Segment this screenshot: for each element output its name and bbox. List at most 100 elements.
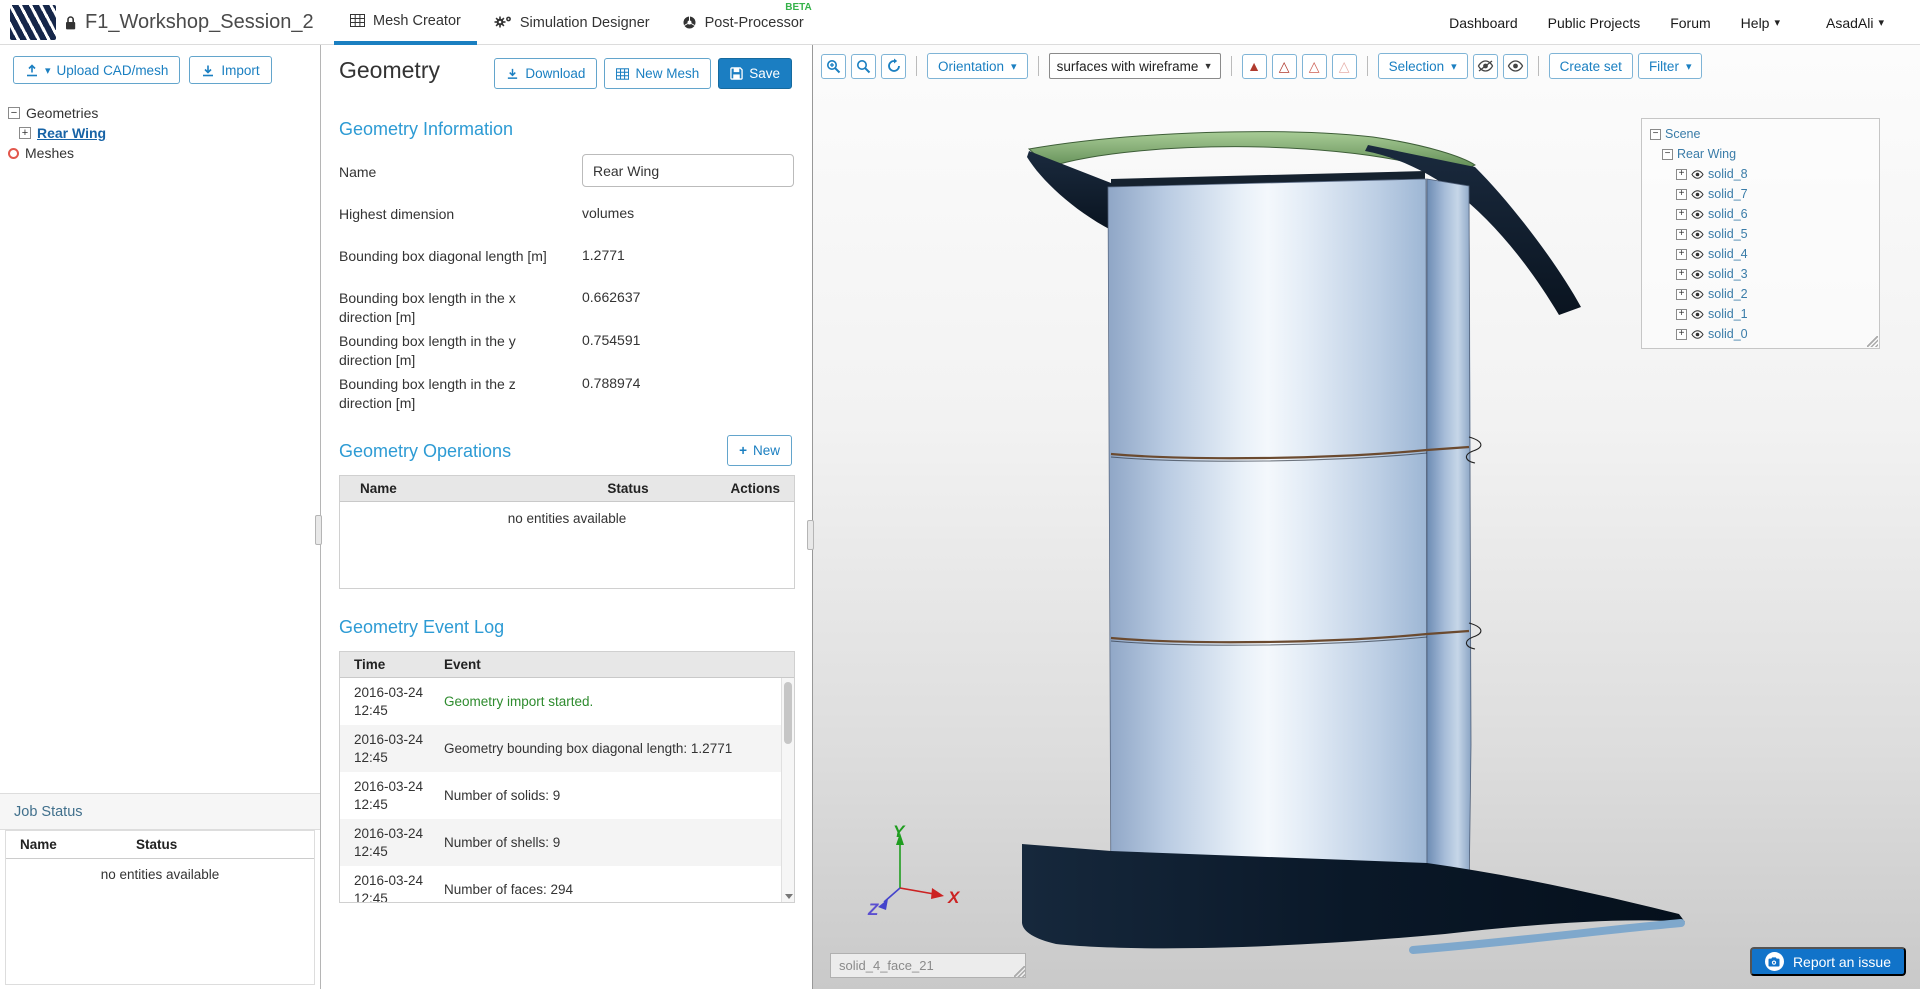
- visibility-eye-icon[interactable]: [1691, 310, 1704, 319]
- event-text: Geometry import started.: [440, 678, 781, 725]
- solid-label[interactable]: solid_8: [1708, 167, 1748, 181]
- upload-cad-mesh-button[interactable]: ▾ Upload CAD/mesh: [13, 56, 180, 84]
- expand-icon[interactable]: +: [1676, 329, 1687, 340]
- resize-grip[interactable]: [1014, 966, 1025, 977]
- tab-mesh-creator[interactable]: Mesh Creator: [334, 0, 477, 45]
- create-set-button[interactable]: Create set: [1549, 53, 1633, 79]
- scene-solid-node[interactable]: + solid_2: [1642, 284, 1879, 304]
- rear-wing-link[interactable]: Rear Wing: [37, 125, 106, 141]
- selection-dropdown[interactable]: Selection ▾: [1378, 53, 1468, 79]
- collapse-icon[interactable]: −: [1650, 129, 1661, 140]
- hover-entity-label: solid_4_face_21: [830, 953, 1026, 978]
- scene-solid-node[interactable]: + solid_7: [1642, 184, 1879, 204]
- scene-solid-node[interactable]: + solid_8: [1642, 164, 1879, 184]
- show-selection-button[interactable]: [1503, 54, 1528, 79]
- expand-icon[interactable]: +: [1676, 229, 1687, 240]
- reset-view-button[interactable]: [881, 54, 906, 79]
- expand-icon[interactable]: +: [1676, 249, 1687, 260]
- new-operation-label: New: [753, 443, 780, 458]
- collapse-icon[interactable]: −: [1662, 149, 1673, 160]
- orientation-dropdown[interactable]: Orientation ▾: [927, 53, 1028, 79]
- tree-node-rear-wing[interactable]: + Rear Wing: [8, 123, 106, 143]
- beta-badge: BETA: [785, 2, 811, 13]
- solid-label[interactable]: solid_5: [1708, 227, 1748, 241]
- tree-node-meshes[interactable]: Meshes: [8, 143, 106, 163]
- scene-solid-node[interactable]: + solid_5: [1642, 224, 1879, 244]
- render-mode-select[interactable]: surfaces with wireframe ▼: [1049, 53, 1221, 79]
- caret-down-icon: ▾: [1686, 60, 1692, 73]
- expand-icon[interactable]: +: [1676, 269, 1687, 280]
- nav-forum[interactable]: Forum: [1670, 15, 1710, 31]
- scene-geometry-node[interactable]: − Rear Wing: [1642, 144, 1879, 164]
- caret-down-icon: ▾: [45, 64, 51, 77]
- mesh-quality-filled-button[interactable]: ▲: [1242, 54, 1267, 79]
- nav-public-projects[interactable]: Public Projects: [1548, 15, 1641, 31]
- viewport-3d[interactable]: Orientation ▾ surfaces with wireframe ▼ …: [813, 45, 1920, 989]
- collapse-icon[interactable]: −: [8, 107, 20, 119]
- visibility-eye-icon[interactable]: [1691, 230, 1704, 239]
- scroll-down-arrow[interactable]: [785, 894, 793, 899]
- zoom-box-button[interactable]: [851, 54, 876, 79]
- scene-solid-node[interactable]: + solid_0: [1642, 324, 1879, 344]
- filter-dropdown[interactable]: Filter ▾: [1638, 53, 1703, 79]
- tab-post-processor[interactable]: Post-Processor BETA: [666, 0, 820, 45]
- solid-label[interactable]: solid_7: [1708, 187, 1748, 201]
- tab-simulation-designer[interactable]: Simulation Designer: [477, 0, 666, 45]
- panel-resize-grip[interactable]: [1867, 336, 1878, 347]
- expand-icon[interactable]: +: [1676, 189, 1687, 200]
- panel-resize-handle[interactable]: [315, 515, 322, 545]
- panel-resize-handle[interactable]: [807, 520, 814, 550]
- new-mesh-label: New Mesh: [635, 66, 699, 81]
- job-status-empty: no entities available: [6, 859, 314, 882]
- scene-node[interactable]: − Scene: [1642, 124, 1879, 144]
- col-time: Time: [340, 657, 440, 672]
- visibility-eye-icon[interactable]: [1691, 290, 1704, 299]
- expand-icon[interactable]: +: [1676, 169, 1687, 180]
- solid-label[interactable]: solid_0: [1708, 327, 1748, 341]
- solid-label[interactable]: solid_6: [1708, 207, 1748, 221]
- nav-user-menu[interactable]: AsadAli ▾: [1826, 15, 1884, 31]
- solid-label[interactable]: solid_1: [1708, 307, 1748, 321]
- app-logo[interactable]: [10, 5, 56, 40]
- geometry-name-input[interactable]: [582, 154, 794, 187]
- solid-label[interactable]: solid_4: [1708, 247, 1748, 261]
- mesh-quality-light-button[interactable]: △: [1302, 54, 1327, 79]
- zoom-in-button[interactable]: [821, 54, 846, 79]
- visibility-eye-icon[interactable]: [1691, 270, 1704, 279]
- col-status: Status: [548, 481, 708, 496]
- visibility-eye-icon[interactable]: [1691, 190, 1704, 199]
- expand-icon[interactable]: +: [1676, 289, 1687, 300]
- scene-label[interactable]: Scene: [1665, 127, 1700, 141]
- download-button[interactable]: Download: [494, 58, 597, 89]
- visibility-eye-icon[interactable]: [1691, 330, 1704, 339]
- visibility-eye-icon[interactable]: [1691, 210, 1704, 219]
- viewport-toolbar: Orientation ▾ surfaces with wireframe ▼ …: [821, 53, 1702, 79]
- tree-node-geometries[interactable]: − Geometries: [8, 103, 106, 123]
- scene-solid-node[interactable]: + solid_1: [1642, 304, 1879, 324]
- scene-solid-node[interactable]: + solid_4: [1642, 244, 1879, 264]
- nav-help-menu[interactable]: Help ▾: [1741, 15, 1780, 31]
- mesh-quality-outline-button[interactable]: △: [1272, 54, 1297, 79]
- import-button[interactable]: Import: [189, 56, 271, 84]
- save-button[interactable]: Save: [718, 58, 792, 89]
- new-operation-button[interactable]: + New: [727, 435, 792, 466]
- expand-icon[interactable]: +: [1676, 209, 1687, 220]
- mesh-quality-lighter-button[interactable]: △: [1332, 54, 1357, 79]
- visibility-eye-icon[interactable]: [1691, 250, 1704, 259]
- expand-icon[interactable]: +: [19, 127, 31, 139]
- scene-solid-node[interactable]: + solid_6: [1642, 204, 1879, 224]
- job-col-name: Name: [6, 837, 136, 852]
- scene-solid-node[interactable]: + solid_3: [1642, 264, 1879, 284]
- report-issue-button[interactable]: Report an issue: [1750, 947, 1906, 976]
- table-row: 2016-03-24 12:45 Number of shells: 9: [340, 819, 781, 866]
- scene-geometry-label[interactable]: Rear Wing: [1677, 147, 1736, 161]
- new-mesh-button[interactable]: New Mesh: [604, 58, 711, 89]
- solid-label[interactable]: solid_2: [1708, 287, 1748, 301]
- nav-dashboard[interactable]: Dashboard: [1449, 15, 1518, 31]
- scrollbar-thumb[interactable]: [784, 682, 792, 744]
- visibility-eye-icon[interactable]: [1691, 170, 1704, 179]
- solid-label[interactable]: solid_3: [1708, 267, 1748, 281]
- hide-selection-button[interactable]: [1473, 54, 1498, 79]
- scrollbar[interactable]: [781, 678, 794, 902]
- expand-icon[interactable]: +: [1676, 309, 1687, 320]
